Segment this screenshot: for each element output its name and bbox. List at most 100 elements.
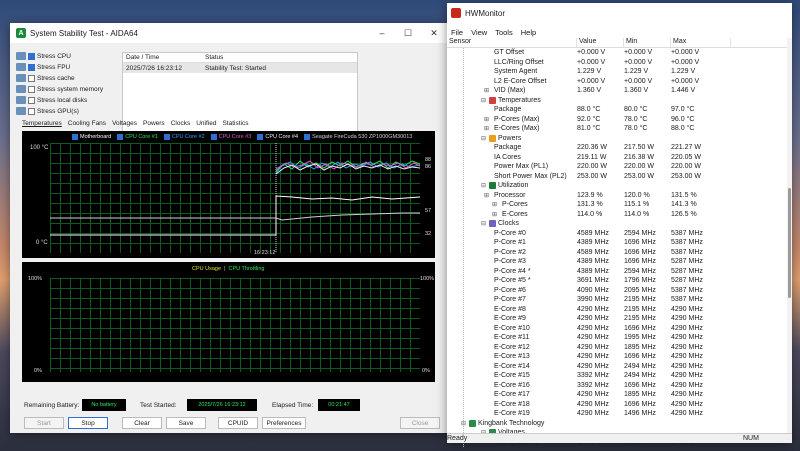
collapse-icon[interactable]: ⊟: [461, 420, 467, 427]
preferences-button[interactable]: Preferences: [262, 417, 306, 429]
tab-cooling-fans[interactable]: Cooling Fans: [68, 120, 106, 127]
expand-icon[interactable]: ⊞: [492, 211, 498, 218]
tab-statistics[interactable]: Statistics: [222, 120, 248, 127]
sensor-row[interactable]: E-Core #11 4290 MHz 1995 MHz 4290 MHz: [447, 333, 787, 343]
sensor-min: 2594 MHz: [624, 267, 656, 275]
stress-checkbox[interactable]: [28, 107, 35, 115]
col-sensor[interactable]: Sensor: [447, 38, 577, 47]
sensor-name-cell: GT Offset: [447, 49, 577, 56]
sensor-row[interactable]: P-Core #6 4090 MHz 2095 MHz 5387 MHz: [447, 286, 787, 296]
sensor-row[interactable]: GT Offset +0.000 V +0.000 V +0.000 V: [447, 48, 787, 58]
sensor-row[interactable]: System Agent 1.229 V 1.229 V 1.229 V: [447, 67, 787, 77]
expand-icon[interactable]: ⊞: [492, 201, 498, 208]
sensor-row[interactable]: E-Core #18 4290 MHz 1696 MHz 4290 MHz: [447, 400, 787, 410]
stress-option[interactable]: Stress system memory: [16, 84, 103, 94]
sensor-row[interactable]: E-Core #15 3392 MHz 2494 MHz 4290 MHz: [447, 371, 787, 381]
sensor-name-cell: System Agent: [447, 68, 577, 75]
expand-icon[interactable]: ⊞: [484, 87, 490, 94]
maximize-button[interactable]: ☐: [395, 23, 421, 43]
collapse-icon[interactable]: ⊟: [481, 182, 487, 189]
sensor-name-cell: P-Core #2: [447, 249, 577, 256]
sensor-row[interactable]: P-Core #7 3990 MHz 2195 MHz 5387 MHz: [447, 295, 787, 305]
stress-checkbox[interactable]: [28, 74, 35, 82]
sensor-category[interactable]: ⊟ Utilization: [447, 181, 787, 191]
tab-clocks[interactable]: Clocks: [171, 120, 191, 127]
expand-icon[interactable]: ⊞: [484, 125, 490, 132]
col-max[interactable]: Max: [671, 38, 731, 47]
stress-checkbox[interactable]: [28, 96, 35, 104]
stress-option[interactable]: Stress local disks: [16, 95, 87, 105]
menu-view[interactable]: View: [471, 28, 487, 37]
menu-file[interactable]: File: [451, 28, 463, 37]
clear-button[interactable]: Clear: [122, 417, 162, 429]
sensor-row[interactable]: Power Max (PL1) 220.00 W 220.00 W 220.00 W: [447, 162, 787, 172]
sensor-category[interactable]: ⊟ Temperatures: [447, 96, 787, 106]
stress-checkbox[interactable]: [28, 85, 35, 93]
tab-unified[interactable]: Unified: [196, 120, 216, 127]
sensor-row[interactable]: P-Core #4 * 4389 MHz 2594 MHz 5287 MHz: [447, 267, 787, 277]
stop-button[interactable]: Stop: [68, 417, 108, 429]
memory-module-icon: [469, 419, 476, 427]
sensor-name-cell: P-Core #0: [447, 230, 577, 237]
sensor-row[interactable]: ⊞ Processor 123.9 % 120.0 % 131.5 %: [447, 191, 787, 201]
sensor-category[interactable]: ⊟ Kingbank Technology: [447, 419, 787, 429]
sensor-row[interactable]: E-Core #19 4290 MHz 1496 MHz 4290 MHz: [447, 409, 787, 419]
cpuid-button[interactable]: CPUID: [218, 417, 258, 429]
sensor-row[interactable]: ⊞ P-Cores 131.3 % 115.1 % 141.3 %: [447, 200, 787, 210]
sensor-row[interactable]: Short Power Max (PL2) 253.00 W 253.00 W 253…: [447, 172, 787, 182]
sensor-row[interactable]: E-Core #8 4290 MHz 2195 MHz 4290 MHz: [447, 305, 787, 315]
col-value[interactable]: Value: [577, 38, 624, 47]
stress-checkbox[interactable]: [28, 63, 35, 71]
sensor-row[interactable]: E-Core #12 4290 MHz 1895 MHz 4290 MHz: [447, 343, 787, 353]
sensor-row[interactable]: P-Core #5 * 3691 MHz 1796 MHz 5287 MHz: [447, 276, 787, 286]
sensor-category[interactable]: ⊟ Clocks: [447, 219, 787, 229]
collapse-icon[interactable]: ⊟: [481, 220, 487, 227]
tab-temperatures[interactable]: Temperatures: [22, 120, 62, 127]
tab-voltages[interactable]: Voltages: [112, 120, 137, 127]
sensor-row[interactable]: ⊞ P-Cores (Max) 92.0 °C 78.0 °C 96.0 °C: [447, 115, 787, 125]
scrollbar-thumb[interactable]: [788, 188, 791, 298]
stress-option[interactable]: Stress FPU: [16, 62, 70, 72]
sensor-row[interactable]: E-Core #16 3392 MHz 1696 MHz 4290 MHz: [447, 381, 787, 391]
sensor-row[interactable]: LLC/Ring Offset +0.000 V +0.000 V +0.000 V: [447, 58, 787, 68]
stress-option[interactable]: Stress GPU(s): [16, 106, 79, 116]
sensor-row[interactable]: E-Core #14 4290 MHz 2494 MHz 4290 MHz: [447, 362, 787, 372]
sensor-row[interactable]: L2 E-Core Offset +0.000 V +0.000 V +0.000 V: [447, 77, 787, 87]
menu-tools[interactable]: Tools: [495, 28, 513, 37]
cpu-throttling-label: CPU Throttling: [228, 266, 265, 272]
menu-help[interactable]: Help: [521, 28, 536, 37]
tab-powers[interactable]: Powers: [143, 120, 165, 127]
vertical-scrollbar[interactable]: [787, 38, 792, 433]
collapse-icon[interactable]: ⊟: [481, 135, 487, 142]
save-button[interactable]: Save: [166, 417, 206, 429]
sensor-row[interactable]: ⊞ E-Cores (Max) 81.0 °C 78.0 °C 88.0 °C: [447, 124, 787, 134]
start-button[interactable]: Start: [24, 417, 64, 429]
sensor-row[interactable]: E-Core #9 4290 MHz 2195 MHz 4290 MHz: [447, 314, 787, 324]
close-window-button[interactable]: ✕: [421, 23, 447, 43]
sensor-row[interactable]: Package 220.36 W 217.50 W 221.27 W: [447, 143, 787, 153]
sensor-row[interactable]: E-Core #13 4290 MHz 1696 MHz 4290 MHz: [447, 352, 787, 362]
sensor-row[interactable]: ⊞ VID (Max) 1.360 V 1.360 V 1.446 V: [447, 86, 787, 96]
sensor-name-wrap: LLC/Ring Offset: [447, 59, 544, 66]
sensor-row[interactable]: IA Cores 219.11 W 216.38 W 220.05 W: [447, 153, 787, 163]
expand-icon[interactable]: ⊞: [484, 192, 490, 199]
sensor-row[interactable]: P-Core #3 4389 MHz 1696 MHz 5287 MHz: [447, 257, 787, 267]
sensor-value: 4389 MHz: [577, 258, 609, 266]
sensor-row[interactable]: P-Core #2 4589 MHz 1696 MHz 5387 MHz: [447, 248, 787, 258]
log-row[interactable]: 2025/7/26 16:23:12 Stability Test: Start…: [123, 63, 357, 73]
stress-option[interactable]: Stress CPU: [16, 51, 71, 61]
sensor-row[interactable]: ⊞ E-Cores 114.0 % 114.0 % 126.5 %: [447, 210, 787, 220]
col-min[interactable]: Min: [624, 38, 671, 47]
collapse-icon[interactable]: ⊟: [481, 97, 487, 104]
expand-icon[interactable]: ⊞: [484, 116, 490, 123]
sensor-row[interactable]: E-Core #17 4290 MHz 1895 MHz 4290 MHz: [447, 390, 787, 400]
stress-option[interactable]: Stress cache: [16, 73, 75, 83]
sensor-row[interactable]: Package 88.0 °C 80.0 °C 97.0 °C: [447, 105, 787, 115]
sensor-row[interactable]: E-Core #10 4290 MHz 1696 MHz 4290 MHz: [447, 324, 787, 334]
close-button[interactable]: Close: [400, 417, 440, 429]
minimize-button[interactable]: –: [369, 23, 395, 43]
sensor-row[interactable]: P-Core #1 4389 MHz 1696 MHz 5387 MHz: [447, 238, 787, 248]
sensor-category[interactable]: ⊟ Powers: [447, 134, 787, 144]
sensor-row[interactable]: P-Core #0 4589 MHz 2594 MHz 5387 MHz: [447, 229, 787, 239]
stress-checkbox[interactable]: [28, 52, 35, 60]
